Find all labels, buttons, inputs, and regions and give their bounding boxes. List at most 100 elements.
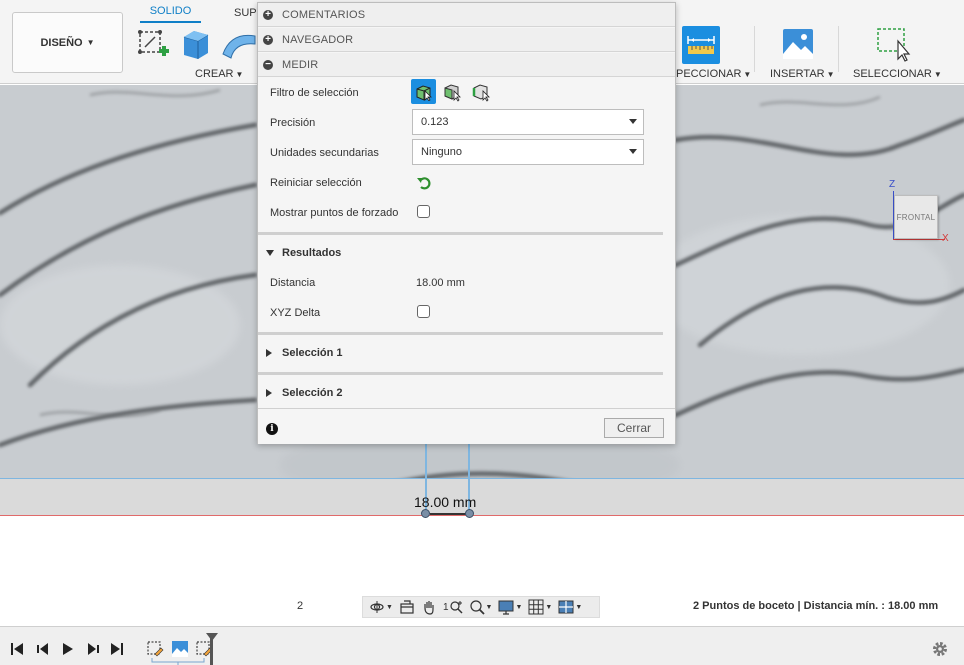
toolbar-separator bbox=[754, 26, 755, 72]
create-menu-label: CREAR bbox=[195, 68, 234, 80]
precision-value: 0.123 bbox=[421, 116, 449, 128]
filter-edge-icon[interactable] bbox=[472, 82, 492, 102]
chevron-down-icon: ▼ bbox=[515, 603, 523, 611]
selection2-section-header[interactable]: Selección 2 bbox=[266, 387, 343, 399]
viewport-settings-button[interactable]: ▼ bbox=[558, 599, 582, 615]
triangle-right-icon bbox=[266, 389, 272, 397]
filter-body-icon bbox=[416, 84, 432, 101]
zoom-window-icon bbox=[469, 600, 485, 615]
chevron-down-icon: ▼ bbox=[575, 603, 583, 611]
toolbar-separator bbox=[838, 26, 839, 72]
close-button[interactable]: Cerrar bbox=[604, 418, 664, 438]
look-at-button[interactable] bbox=[399, 599, 415, 615]
gear-icon[interactable] bbox=[931, 640, 949, 658]
timeline-bracket bbox=[151, 658, 205, 665]
surface-icon[interactable] bbox=[221, 30, 257, 60]
look-at-icon bbox=[400, 600, 414, 614]
dimension-line bbox=[430, 513, 468, 515]
timeline-sketch-icon[interactable] bbox=[146, 640, 164, 658]
filter-face-icon[interactable] bbox=[443, 82, 463, 102]
axis-x-label: X bbox=[942, 233, 949, 244]
status-text: 2 Puntos de boceto | Distancia mín. : 18… bbox=[693, 600, 939, 612]
display-icon bbox=[498, 600, 514, 615]
navigator-row[interactable]: + NAVEGADOR bbox=[258, 28, 675, 52]
pan-icon bbox=[424, 601, 434, 615]
chevron-down-icon bbox=[629, 119, 637, 124]
section-divider bbox=[258, 372, 663, 375]
view-cube-front-face[interactable]: FRONTAL bbox=[894, 195, 938, 239]
section-divider bbox=[258, 232, 663, 235]
select-menu[interactable]: SELECCIONAR ▼ bbox=[853, 68, 942, 80]
secondary-units-label: Unidades secundarias bbox=[270, 147, 379, 159]
orbit-button[interactable]: ▼ bbox=[369, 599, 393, 615]
play-icon[interactable] bbox=[61, 642, 75, 656]
zoom-window-button[interactable]: ▼ bbox=[469, 599, 493, 615]
design-workspace-button[interactable]: DISEÑO ▼ bbox=[12, 12, 123, 73]
insert-menu[interactable]: INSERTAR ▼ bbox=[770, 68, 835, 80]
comments-row[interactable]: + COMENTARIOS bbox=[258, 3, 675, 27]
display-settings-button[interactable]: ▼ bbox=[498, 599, 522, 615]
selection1-header-label: Selección 1 bbox=[282, 347, 343, 359]
show-snap-points-label: Mostrar puntos de forzado bbox=[270, 207, 399, 219]
distance-value: 18.00 mm bbox=[416, 277, 465, 289]
measure-panel: + COMENTARIOS + NAVEGADOR − MEDIR Filtro… bbox=[257, 2, 676, 444]
view-cube[interactable]: Z X FRONTAL bbox=[882, 179, 952, 247]
zoom-button[interactable]: 1 bbox=[443, 599, 463, 615]
first-step-icon[interactable] bbox=[10, 642, 24, 656]
chevron-down-icon: ▼ bbox=[933, 70, 942, 79]
xyz-delta-label: XYZ Delta bbox=[270, 307, 321, 319]
sketch-point-1[interactable] bbox=[421, 509, 430, 518]
measure-icon[interactable] bbox=[682, 26, 720, 64]
tab-surface[interactable]: SUP bbox=[234, 7, 257, 19]
select-menu-label: SELECCIONAR bbox=[853, 68, 932, 80]
navigation-bar: ▼ 1 ▼ ▼ ▼ ▼ bbox=[362, 596, 600, 618]
insert-menu-label: INSERTAR bbox=[770, 68, 825, 80]
chevron-down-icon: ▼ bbox=[743, 70, 752, 79]
sketch-icon[interactable] bbox=[137, 27, 171, 61]
precision-dropdown[interactable]: 0.123 bbox=[412, 109, 644, 135]
tab-solid[interactable]: SOLIDO bbox=[140, 5, 201, 23]
distance-label: Distancia bbox=[270, 277, 316, 289]
axis-z-label: Z bbox=[889, 179, 896, 190]
section-divider bbox=[258, 332, 663, 335]
last-step-icon[interactable] bbox=[110, 642, 124, 656]
measure-row[interactable]: − MEDIR bbox=[258, 53, 675, 77]
reset-selection-label: Reiniciar selección bbox=[270, 177, 362, 189]
navigator-row-label: NAVEGADOR bbox=[282, 33, 354, 46]
viewport-icon bbox=[558, 600, 574, 614]
chevron-down-icon: ▼ bbox=[235, 70, 244, 79]
grid-settings-button[interactable]: ▼ bbox=[528, 599, 552, 615]
secondary-units-dropdown[interactable]: Ninguno bbox=[412, 139, 644, 165]
timeline-marker[interactable] bbox=[210, 635, 213, 665]
insert-image-icon[interactable] bbox=[782, 28, 814, 60]
xyz-delta-checkbox[interactable] bbox=[417, 305, 430, 318]
chevron-down-icon: ▼ bbox=[826, 70, 835, 79]
sketch-point-2[interactable] bbox=[465, 509, 474, 518]
secondary-units-value: Ninguno bbox=[421, 146, 462, 158]
results-section-header[interactable]: Resultados bbox=[266, 247, 341, 259]
chevron-down-icon: ▼ bbox=[485, 603, 493, 611]
ground-plane-band bbox=[0, 478, 964, 516]
chevron-down-icon: ▼ bbox=[86, 38, 95, 47]
filter-body-button[interactable] bbox=[411, 79, 436, 104]
zoom-icon bbox=[449, 601, 463, 614]
create-menu[interactable]: CREAR ▼ bbox=[195, 68, 243, 80]
info-icon[interactable]: i bbox=[266, 423, 278, 435]
timeline-canvas-icon[interactable] bbox=[171, 640, 189, 658]
reset-icon[interactable] bbox=[416, 175, 432, 191]
results-header-label: Resultados bbox=[282, 247, 342, 259]
selection-filter-label: Filtro de selección bbox=[270, 87, 359, 99]
expand-plus-icon: + bbox=[263, 34, 273, 45]
extrude-icon[interactable] bbox=[180, 27, 212, 61]
inspect-menu[interactable]: PECCIONAR ▼ bbox=[676, 68, 751, 80]
next-step-icon[interactable] bbox=[86, 642, 100, 656]
selection1-section-header[interactable]: Selección 1 bbox=[266, 347, 343, 359]
chevron-down-icon bbox=[629, 149, 637, 154]
axis-x-line bbox=[893, 239, 945, 240]
dimension-label: 18.00 mm bbox=[414, 494, 477, 510]
pan-button[interactable] bbox=[421, 599, 437, 615]
select-icon[interactable] bbox=[876, 27, 912, 63]
show-snap-points-checkbox[interactable] bbox=[417, 205, 430, 218]
panel-footer: i Cerrar bbox=[258, 408, 675, 444]
previous-step-icon[interactable] bbox=[36, 642, 50, 656]
